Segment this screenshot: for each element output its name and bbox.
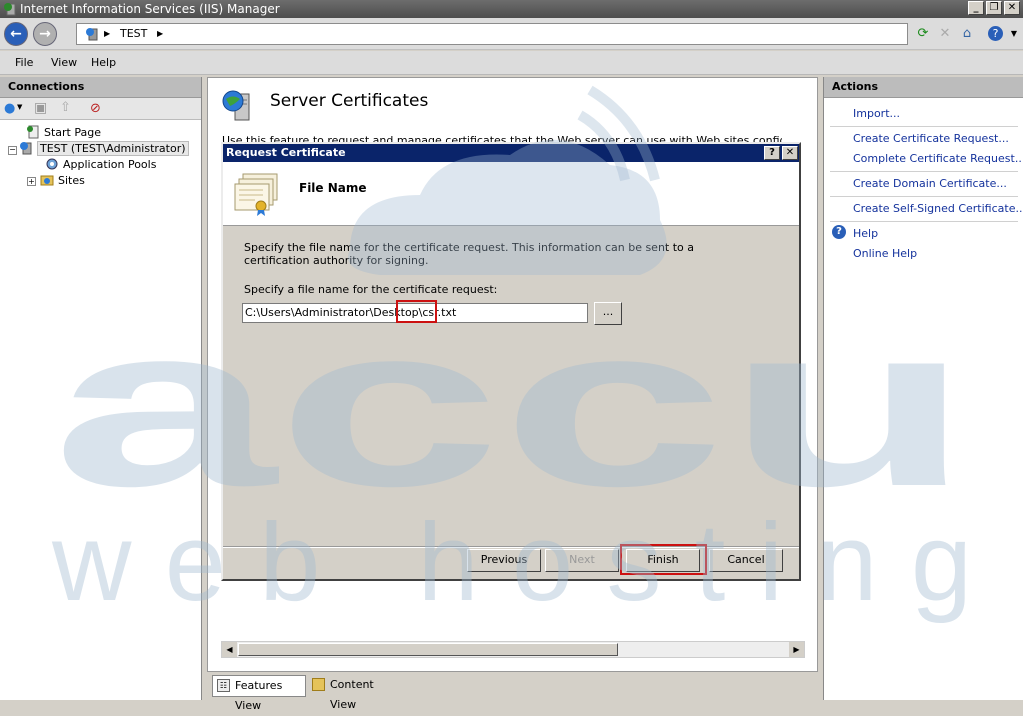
previous-button[interactable]: Previous [467, 549, 541, 572]
divider [830, 196, 1018, 197]
tree-item-sites[interactable]: + Sites [27, 173, 85, 188]
dialog-divider [223, 546, 799, 548]
help-icon: ? [832, 225, 846, 239]
expand-icon[interactable]: + [27, 177, 36, 186]
forward-arrow-icon: → [39, 26, 51, 42]
next-button[interactable]: Next [545, 549, 619, 572]
connect-dropdown-icon[interactable]: ▼ [17, 103, 22, 111]
iis-app-icon [4, 3, 16, 16]
finish-highlight-box [620, 544, 707, 575]
actions-title: Actions [824, 77, 1023, 98]
features-view-icon: ☷ [217, 679, 230, 692]
action-create-domain-certificate[interactable]: Create Domain Certificate... [853, 177, 1007, 190]
breadcrumb-arrow-icon: ▶ [104, 29, 111, 38]
tab-label: Content View [330, 678, 374, 711]
disconnect-icon[interactable]: ⊘ [90, 101, 101, 116]
address-bar: ← → ▶ TEST ▶ ⟳ ✕ ⌂ ? ▼ [0, 18, 1023, 50]
action-create-self-signed-certificate[interactable]: Create Self-Signed Certificate... [853, 202, 1023, 215]
scroll-left-icon[interactable]: ◀ [222, 642, 237, 657]
restore-button[interactable]: ❐ [986, 1, 1002, 15]
refresh-icon[interactable]: ⟳ [914, 25, 932, 43]
request-certificate-dialog: Request Certificate ? ✕ File Name Specif… [221, 142, 801, 581]
filename-highlight-box [396, 300, 437, 323]
up-icon[interactable]: ⇧ [60, 100, 71, 115]
action-create-certificate-request[interactable]: Create Certificate Request... [853, 132, 1009, 145]
scroll-thumb[interactable] [238, 643, 618, 656]
menu-view[interactable]: View [51, 56, 77, 69]
collapse-icon[interactable]: − [8, 146, 17, 155]
dialog-close-button[interactable]: ✕ [782, 146, 798, 160]
horizontal-scrollbar[interactable]: ◀ ▶ [221, 641, 805, 658]
action-help[interactable]: Help [853, 227, 878, 240]
view-tabs: ☷ Features View Content View [207, 673, 818, 712]
browse-button[interactable]: ... [594, 302, 622, 325]
tab-label: Features View [235, 679, 283, 712]
dialog-step-title: File Name [299, 181, 367, 195]
divider [830, 171, 1018, 172]
tree-item-start-page[interactable]: Start Page [26, 125, 101, 140]
tab-features-view[interactable]: ☷ Features View [212, 675, 306, 712]
connections-toolbar: ● ▼ ▣ ⇧ ⊘ [0, 98, 201, 120]
home-icon[interactable]: ⌂ [958, 25, 976, 43]
dialog-instructions: Specify the file name for the certificat… [244, 241, 695, 267]
start-page-icon [27, 125, 39, 139]
tree-label: TEST (TEST\Administrator) [37, 141, 189, 156]
breadcrumb-arrow-icon: ▶ [157, 29, 164, 38]
minimize-button[interactable]: _ [968, 1, 984, 15]
content-view-icon [312, 678, 325, 691]
page-title: Server Certificates [270, 91, 429, 111]
certificate-icon [234, 173, 278, 216]
server-icon [20, 142, 32, 155]
menu-file[interactable]: File [15, 56, 33, 69]
divider [830, 221, 1018, 222]
action-import[interactable]: Import... [853, 107, 900, 120]
back-button[interactable]: ← [4, 22, 28, 46]
dialog-header: File Name [223, 162, 799, 226]
scroll-right-icon[interactable]: ▶ [789, 642, 804, 657]
save-icon[interactable]: ▣ [34, 100, 47, 116]
cancel-button[interactable]: Cancel [709, 549, 783, 572]
dialog-titlebar: Request Certificate ? ✕ [223, 144, 799, 162]
app-pools-icon [46, 158, 58, 170]
connect-globe-icon[interactable]: ● [4, 101, 15, 116]
back-arrow-icon: ← [10, 26, 22, 42]
actions-panel: Actions Import... Create Certificate Req… [823, 77, 1023, 700]
tree-item-application-pools[interactable]: Application Pools [45, 157, 156, 172]
window-titlebar: Internet Information Services (IIS) Mana… [0, 0, 1023, 18]
help-dropdown-icon[interactable]: ▼ [1005, 25, 1023, 43]
connections-panel: Connections ● ▼ ▣ ⇧ ⊘ Start Page − TEST (… [0, 77, 202, 700]
server-icon [86, 28, 98, 41]
filename-label: Specify a file name for the certificate … [244, 283, 498, 296]
forward-button[interactable]: → [33, 22, 57, 46]
sites-folder-icon [40, 175, 54, 186]
tree-label: Application Pools [63, 158, 157, 171]
tree-label: Sites [58, 174, 85, 187]
address-field[interactable]: ▶ TEST ▶ [76, 23, 908, 45]
window-title: Internet Information Services (IIS) Mana… [20, 2, 280, 16]
breadcrumb-test[interactable]: TEST [120, 24, 147, 44]
help-icon[interactable]: ? [988, 26, 1003, 41]
tab-content-view[interactable]: Content View [308, 675, 400, 711]
stop-icon[interactable]: ✕ [936, 25, 954, 43]
server-certificates-icon [222, 90, 250, 121]
dialog-title: Request Certificate [226, 146, 346, 159]
close-window-button[interactable]: ✕ [1004, 1, 1020, 15]
menu-bar: File View Help [0, 51, 1023, 75]
connections-title: Connections [0, 77, 201, 98]
menu-help[interactable]: Help [91, 56, 116, 69]
action-complete-certificate-request[interactable]: Complete Certificate Request... [853, 152, 1023, 165]
tree-item-server[interactable]: − TEST (TEST\Administrator) [8, 141, 189, 156]
action-online-help[interactable]: Online Help [853, 247, 917, 260]
divider [830, 126, 1018, 127]
dialog-help-button[interactable]: ? [764, 146, 780, 160]
tree-label: Start Page [44, 126, 101, 139]
